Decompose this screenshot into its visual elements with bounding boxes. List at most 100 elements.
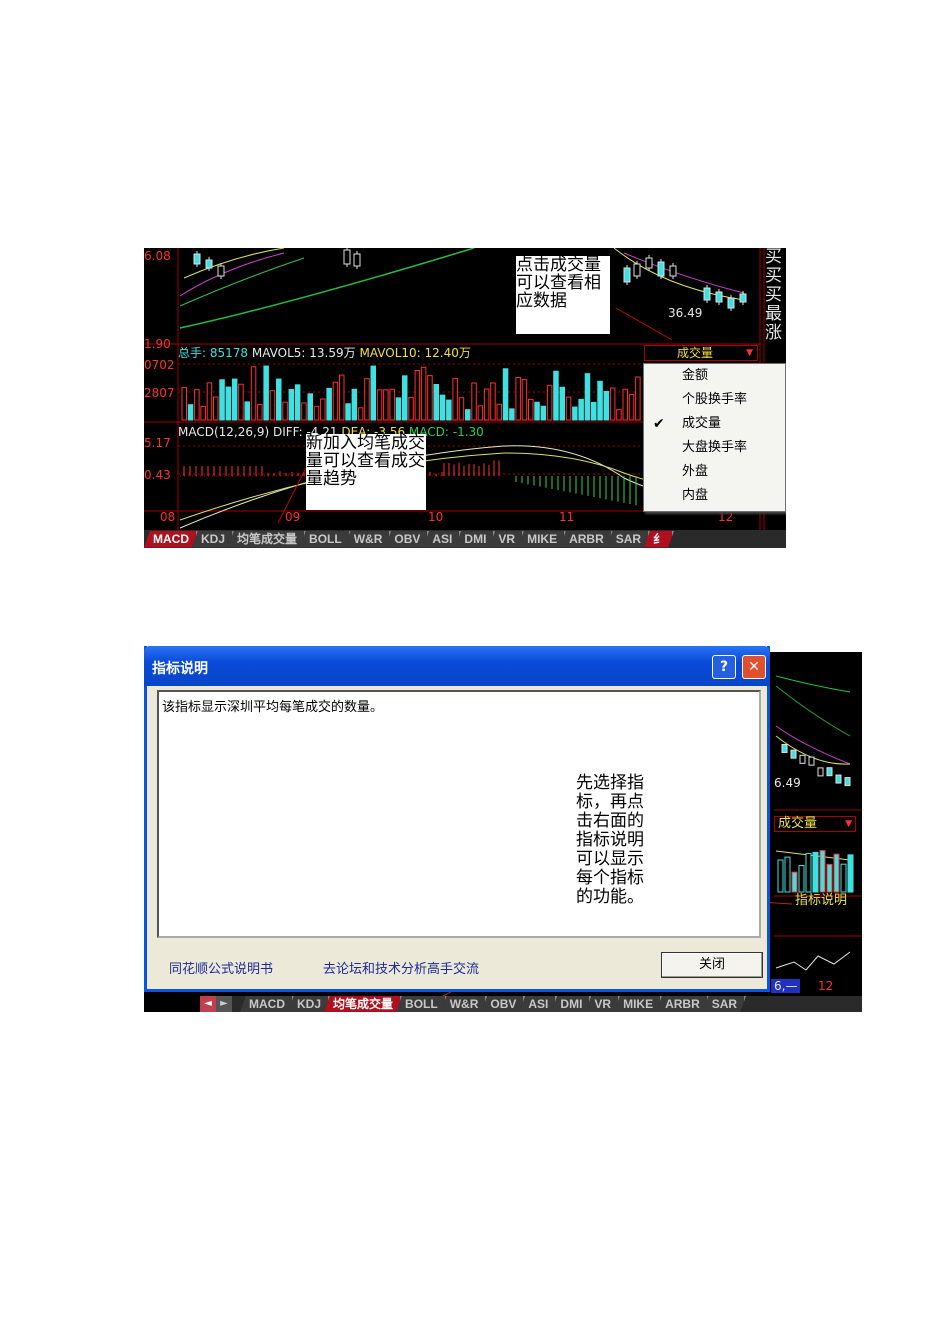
menu-item-outer[interactable]: 外盘 (644, 460, 785, 484)
tab-macd[interactable]: MACD (240, 996, 294, 1013)
indicator-dropdown[interactable]: 成交量 ▼ (644, 345, 758, 361)
macd-axis-1: 5.17 (144, 436, 171, 450)
volume-bar (534, 401, 540, 421)
volume-bar (200, 405, 206, 421)
volume-bar (784, 856, 791, 893)
volume-bar (269, 390, 276, 421)
tab-wr[interactable]: W&R (441, 996, 488, 1013)
volume-bar (213, 396, 219, 421)
volume-bar (408, 397, 414, 421)
volume-bar (572, 406, 578, 421)
volume-bar (452, 377, 458, 421)
tab-macd[interactable]: MACD (144, 531, 198, 548)
date-label: 12 (718, 510, 734, 524)
candle-body (835, 774, 842, 784)
tab-kdj[interactable]: KDJ (192, 531, 234, 548)
nav-right-icon[interactable]: ► (216, 996, 232, 1012)
volume-bar (553, 370, 559, 421)
candle-body (205, 259, 213, 269)
tab-obv[interactable]: OBV (481, 996, 525, 1013)
menu-item-stock-turnover[interactable]: 个股换手率 (644, 388, 785, 412)
tab-sar[interactable]: SAR (607, 531, 650, 548)
volume-bar (389, 388, 395, 421)
menu-item-volume[interactable]: ✔ 成交量 (644, 412, 785, 436)
tab-avg-trade-volume[interactable]: 均笔成交量 (324, 996, 402, 1013)
volume-bar (540, 405, 547, 421)
volume-bar (433, 383, 439, 421)
tab-sar[interactable]: SAR (703, 996, 746, 1013)
volume-bar (370, 365, 376, 421)
volume-bar (528, 398, 534, 421)
volume-bar (546, 384, 553, 421)
tab-kdj[interactable]: KDJ (288, 996, 330, 1013)
tab-dmi[interactable]: DMI (551, 996, 591, 1013)
tab-vr[interactable]: VR (585, 996, 620, 1013)
volume-bar (490, 382, 496, 421)
tab-asi[interactable]: ASI (519, 996, 557, 1013)
menu-item-inner[interactable]: 内盘 (644, 484, 785, 508)
candle-body (645, 257, 653, 269)
indicator-dropdown[interactable]: 成交量 ▼ (774, 816, 856, 832)
menu-item-market-turnover[interactable]: 大盘换手率 (644, 436, 785, 460)
volume-bar (609, 387, 616, 421)
volume-bar (257, 403, 263, 421)
volume-bar (465, 409, 471, 421)
volume-bar (622, 388, 628, 421)
candle-body (703, 287, 711, 301)
dialog-screenshot-indicator-help: 6.49 成交量 ▼ 指标说明 6,— 12 指标说明 ? ✕ 该指标显示深圳平… (144, 646, 862, 1012)
volume-bar (591, 401, 597, 421)
tab-boll[interactable]: BOLL (300, 531, 351, 548)
dropdown-label: 成交量 (778, 816, 818, 831)
volume-bar (181, 386, 187, 421)
volume-bar (584, 373, 591, 421)
help-icon[interactable]: ? (712, 655, 736, 679)
tab-boll[interactable]: BOLL (396, 996, 447, 1013)
nav-left-icon[interactable]: ◄ (200, 996, 216, 1012)
candle-body (217, 265, 225, 277)
volume-bar (250, 366, 257, 421)
tab-mike[interactable]: MIKE (518, 531, 566, 548)
dialog-title: 指标说明 (152, 661, 208, 677)
volume-bar (383, 389, 389, 421)
axis-value-label: 6,— (771, 979, 801, 993)
volume-bar (791, 871, 798, 893)
volume-bar (326, 387, 332, 421)
tab-arbr[interactable]: ARBR (560, 531, 613, 548)
tab-avg-trade-volume[interactable]: 均笔成交量 (228, 531, 306, 548)
tab-arbr[interactable]: ARBR (656, 996, 709, 1013)
chevron-down-icon: ▼ (746, 348, 753, 358)
volume-bar (777, 859, 784, 893)
tab-wr[interactable]: W&R (345, 531, 392, 548)
volume-bar (351, 388, 358, 421)
tab-dmi[interactable]: DMI (455, 531, 495, 548)
volume-bar (616, 409, 622, 421)
indicator-tab-bar: MACD KDJ 均笔成交量 BOLL W&R OBV ASI DMI VR M… (144, 530, 786, 548)
tab-vr[interactable]: VR (489, 531, 524, 548)
volume-bar (515, 376, 521, 421)
volume-bar (477, 405, 484, 421)
price-value-label: 6.49 (774, 776, 801, 790)
description-box[interactable]: 该指标显示深圳平均每笔成交的数量。 (157, 690, 761, 938)
tab-obv[interactable]: OBV (385, 531, 429, 548)
formula-manual-link[interactable]: 同花顺公式说明书 (169, 958, 273, 977)
volume-bar (332, 381, 339, 421)
date-label: 09 (285, 510, 301, 524)
volume-bar (446, 399, 452, 421)
candle-body (844, 777, 851, 787)
volume-bar (847, 854, 854, 893)
close-button[interactable]: 关闭 (661, 952, 763, 978)
tab-mike[interactable]: MIKE (614, 996, 662, 1013)
menu-item-amount[interactable]: 金额 (644, 364, 785, 388)
tab-asi[interactable]: ASI (423, 531, 461, 548)
quote-char: 买 (765, 266, 782, 286)
forum-link[interactable]: 去论坛和技术分析高手交流 (323, 958, 479, 977)
macd-params: MACD(12,26,9) (178, 425, 270, 439)
candle-body (633, 263, 641, 277)
quote-char: 最 (765, 304, 782, 324)
dialog-titlebar[interactable]: 指标说明 ? ✕ (144, 646, 770, 686)
candle-body (343, 249, 351, 265)
volume-type-menu: 金额 个股换手率 ✔ 成交量 大盘换手率 外盘 内盘 (643, 363, 786, 512)
indicator-help-link[interactable]: 指标说明 (795, 894, 847, 908)
date-label: 10 (428, 510, 444, 524)
close-icon[interactable]: ✕ (742, 655, 766, 679)
